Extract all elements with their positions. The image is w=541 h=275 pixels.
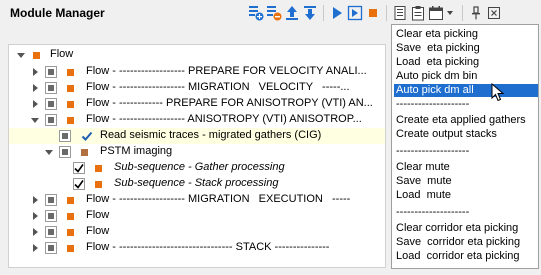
row-checkbox[interactable] — [45, 194, 57, 206]
move-down-icon[interactable] — [302, 5, 318, 21]
expand-right-icon[interactable] — [31, 100, 39, 108]
menu-item-load-mute[interactable]: Load mute — [394, 189, 538, 202]
toolbar — [248, 3, 504, 23]
menu-separator: -------------------- — [396, 145, 470, 157]
tree-row-root[interactable]: Flow — [9, 47, 385, 63]
context-menu[interactable]: Clear eta picking Save eta picking Load … — [391, 24, 539, 269]
stop-icon[interactable] — [365, 5, 381, 21]
close-window-icon[interactable] — [486, 5, 502, 21]
tree-row[interactable]: Flow - ------------------ MIGRATION EXEC… — [9, 192, 385, 208]
menu-item-auto-pick-dm-bin[interactable]: Auto pick dm bin — [394, 70, 538, 83]
menu-item-create-output-stacks[interactable]: Create output stacks — [394, 128, 538, 141]
module-icon — [67, 116, 74, 124]
row-checkbox[interactable] — [59, 146, 71, 158]
menu-separator: -------------------- — [396, 206, 470, 218]
expand-right-icon[interactable] — [31, 244, 39, 252]
module-icon — [67, 84, 74, 92]
remove-module-icon[interactable] — [266, 5, 282, 21]
menu-item-create-eta-applied-gathers[interactable]: Create eta applied gathers — [394, 114, 538, 127]
module-icon — [81, 148, 88, 156]
checkmark-icon — [74, 180, 84, 189]
expand-down-icon[interactable] — [31, 116, 39, 124]
module-icon — [67, 100, 74, 108]
expand-right-icon[interactable] — [31, 196, 39, 204]
tree-row[interactable]: Flow - ------------------ MIGRATION VELO… — [9, 80, 385, 96]
tree-row[interactable]: Sub-sequence - Gather processing — [9, 160, 385, 176]
run-icon[interactable] — [329, 5, 345, 21]
expand-right-icon[interactable] — [31, 212, 39, 220]
tree-row[interactable]: Flow — [9, 208, 385, 224]
menu-item-clear-corridor-eta-picking[interactable]: Clear corridor eta picking — [394, 222, 538, 235]
clipboard-icon[interactable] — [410, 5, 426, 21]
expand-down-icon[interactable] — [45, 148, 53, 156]
dropdown-arrow-icon[interactable] — [446, 5, 454, 21]
tree-row-label: Flow - ------------------------------- S… — [86, 241, 330, 253]
tree-row-label: Flow - ------------------ MIGRATION EXEC… — [86, 193, 351, 205]
menu-item-save-eta-picking[interactable]: Save eta picking — [394, 42, 538, 55]
menu-item-load-eta-picking[interactable]: Load eta picking — [394, 56, 538, 69]
tree-row[interactable]: Flow - ------------------------------- S… — [9, 240, 385, 256]
move-up-icon[interactable] — [284, 5, 300, 21]
tree-row-label: PSTM imaging — [100, 145, 173, 157]
toolbar-separator — [386, 5, 387, 21]
module-icon — [67, 212, 74, 220]
mouse-pointer-icon — [491, 83, 505, 102]
document-icon[interactable] — [392, 5, 408, 21]
tree-row-label: Flow - ------------ PREPARE FOR ANISOTRO… — [86, 97, 373, 109]
tree-row-label: Sub-sequence - Stack processing — [114, 177, 279, 189]
tree-row[interactable]: Flow — [9, 224, 385, 240]
menu-item-load-corridor-eta-picking[interactable]: Load corridor eta picking — [394, 250, 538, 263]
tree-row-label: Flow - ------------------ ANISOTROPY (VT… — [86, 113, 362, 125]
add-module-icon[interactable] — [248, 5, 264, 21]
row-checkbox[interactable] — [59, 130, 71, 142]
menu-item-clear-eta-picking[interactable]: Clear eta picking — [394, 28, 538, 41]
checkmark-icon — [81, 131, 93, 141]
menu-item-save-corridor-eta-picking[interactable]: Save corridor eta picking — [394, 236, 538, 249]
toolbar-separator — [462, 5, 463, 21]
calendar-icon[interactable] — [428, 5, 444, 21]
module-icon — [67, 196, 74, 204]
tree-row-label: Flow - ------------------ MIGRATION VELO… — [86, 81, 350, 93]
module-icon — [33, 51, 40, 59]
row-checkbox[interactable] — [45, 242, 57, 254]
tree-row[interactable]: Flow - ------------------ PREPARE FOR VE… — [9, 64, 385, 80]
toolbar-separator — [323, 5, 324, 21]
tree-row[interactable]: Flow - ------------------ ANISOTROPY (VT… — [9, 112, 385, 128]
run-step-icon[interactable] — [347, 5, 363, 21]
module-icon — [67, 244, 74, 252]
module-icon — [95, 164, 102, 172]
module-icon — [67, 68, 74, 76]
row-checkbox[interactable] — [45, 98, 57, 110]
tree-row-label: Flow - ------------------ PREPARE FOR VE… — [86, 65, 367, 77]
module-icon — [95, 180, 102, 188]
row-checkbox[interactable] — [45, 66, 57, 78]
pin-icon[interactable] — [468, 5, 484, 21]
expand-right-icon[interactable] — [31, 84, 39, 92]
tree-row-label: Flow — [86, 209, 110, 221]
app-title: Module Manager — [10, 6, 105, 20]
tree-row-selected[interactable]: Read seismic traces - migrated gathers (… — [9, 128, 385, 144]
title-bar: Module Manager — [0, 0, 541, 26]
menu-item-clear-mute[interactable]: Clear mute — [394, 161, 538, 174]
row-checkbox[interactable] — [45, 226, 57, 238]
tree-row-label: Sub-sequence - Gather processing — [114, 161, 285, 173]
expand-down-icon[interactable] — [17, 51, 25, 59]
tree-row[interactable]: PSTM imaging — [9, 144, 385, 160]
tree-row-label: Read seismic traces - migrated gathers (… — [100, 129, 322, 141]
row-checkbox[interactable] — [45, 210, 57, 222]
tree-row-label: Flow — [50, 48, 74, 60]
menu-separator: -------------------- — [396, 98, 470, 110]
expand-right-icon[interactable] — [31, 68, 39, 76]
tree-row-label: Flow — [86, 225, 110, 237]
module-icon — [67, 228, 74, 236]
module-tree[interactable]: Flow Flow - ------------------ PREPARE F… — [8, 44, 386, 268]
checkmark-icon — [74, 164, 84, 173]
row-checkbox[interactable] — [45, 114, 57, 126]
menu-item-save-mute[interactable]: Save mute — [394, 175, 538, 188]
tree-row[interactable]: Flow - ------------ PREPARE FOR ANISOTRO… — [9, 96, 385, 112]
row-checkbox[interactable] — [45, 82, 57, 94]
menu-item-auto-pick-dm-all[interactable]: Auto pick dm all — [394, 84, 538, 97]
expand-right-icon[interactable] — [31, 228, 39, 236]
tree-row[interactable]: Sub-sequence - Stack processing — [9, 176, 385, 192]
